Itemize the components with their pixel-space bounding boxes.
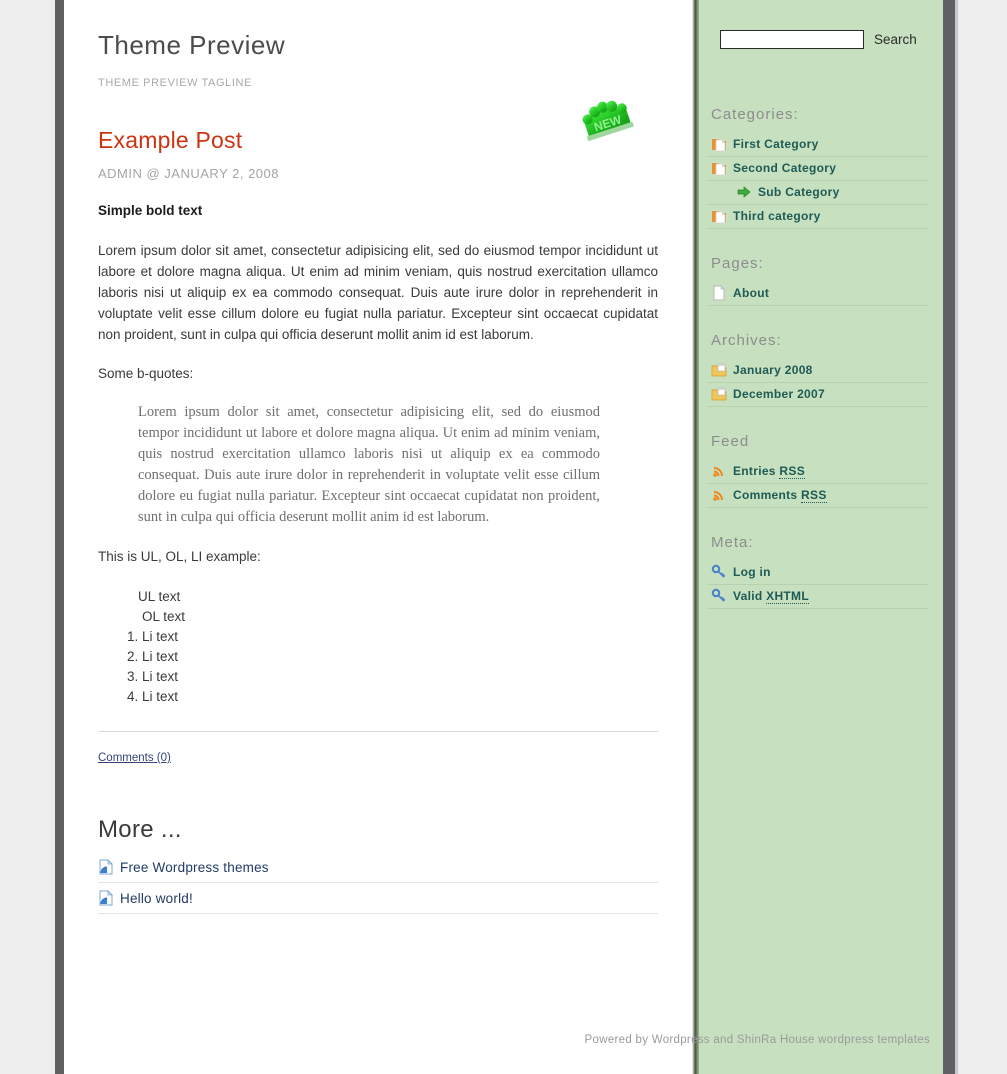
widget-title: Categories: — [711, 106, 799, 123]
page-root: Theme Preview THEME PREVIEW TAGLINE NEW … — [0, 0, 1007, 1074]
more-title: More ... — [98, 816, 182, 843]
widget-categories: Categories: First Category Second Catego… — [699, 106, 943, 229]
more-link[interactable]: Hello world! — [120, 891, 193, 906]
frame-rail-shadow — [955, 0, 958, 1074]
arrow-right-green-icon — [736, 184, 752, 200]
page-curl-blue-icon — [98, 890, 114, 906]
bquote-lead: Some b-quotes: — [98, 366, 194, 381]
blog-tagline: THEME PREVIEW TAGLINE — [98, 77, 252, 89]
list-item: Li text — [142, 667, 658, 687]
category-link[interactable]: Second Category — [733, 161, 836, 175]
folder-page-orange-icon — [711, 208, 727, 224]
page-link[interactable]: About — [733, 286, 769, 300]
list-item: Li text — [142, 687, 658, 707]
widget-title: Meta: — [711, 534, 754, 551]
archive-link[interactable]: December 2007 — [733, 387, 825, 401]
search-input[interactable] — [720, 30, 864, 49]
feed-link-label: Comments — [733, 488, 802, 502]
calendar-folder-icon — [711, 362, 727, 378]
list-item[interactable]: Log in — [708, 561, 929, 585]
widget-pages: Pages: About — [699, 255, 943, 306]
list-item[interactable]: Valid XHTML — [708, 585, 929, 609]
folder-page-orange-icon — [711, 136, 727, 152]
sidebar: Search Categories: First Category Second… — [699, 0, 943, 1074]
comments-row: Comments (0) — [98, 748, 658, 766]
list-item: UL text — [138, 589, 181, 604]
more-link[interactable]: Free Wordpress themes — [120, 860, 269, 875]
list-item[interactable]: About — [708, 282, 929, 306]
widget-feed: Feed Entries RSS Comments RSS — [699, 433, 943, 508]
subcategory-link[interactable]: Sub Category — [758, 185, 840, 199]
calendar-folder-icon — [711, 386, 727, 402]
list-item[interactable]: January 2008 — [708, 359, 929, 383]
xhtml-abbr: XHTML — [766, 589, 809, 604]
rss-abbr: RSS — [779, 464, 805, 479]
more-list: Free Wordpress themes Hello world! — [98, 852, 658, 914]
list-item[interactable]: December 2007 — [708, 383, 929, 407]
more-section: More ... Free Wordpress themes Hello wor… — [64, 766, 692, 914]
meta-link[interactable]: Log in — [733, 565, 771, 579]
meta-link[interactable]: Valid XHTML — [733, 589, 809, 604]
post-blockquote: Lorem ipsum dolor sit amet, consectetur … — [138, 404, 600, 525]
comments-link[interactable]: Comments (0) — [98, 752, 171, 764]
list-item[interactable]: Second Category — [708, 157, 929, 181]
key-blue-icon — [711, 588, 727, 604]
list-item[interactable]: Sub Category — [708, 181, 929, 205]
post-article: NEW Example Post ADMIN @ JANUARY 2, 2008… — [64, 89, 692, 766]
search-form: Search — [699, 0, 943, 49]
rss-orange-icon — [711, 463, 727, 479]
rss-abbr: RSS — [801, 488, 827, 503]
widget-archives: Archives: January 2008 December 2007 — [699, 332, 943, 407]
unordered-list: UL text — [138, 587, 658, 607]
list-item[interactable]: Third category — [708, 205, 929, 229]
archives-list: January 2008 December 2007 — [708, 359, 929, 407]
folder-page-orange-icon — [711, 160, 727, 176]
search-button[interactable]: Search — [874, 32, 917, 47]
site-footer: Powered by Wordpress and ShinRa House wo… — [584, 1034, 930, 1046]
widget-title: Feed — [711, 433, 750, 450]
list-example: UL text OL text Li text Li text Li text … — [98, 587, 658, 707]
category-link[interactable]: First Category — [733, 137, 819, 151]
post-bold-text: Simple bold text — [98, 203, 203, 218]
new-starburst-badge: NEW — [576, 95, 642, 153]
ordered-list-label: OL text — [142, 609, 186, 624]
post-paragraph: Lorem ipsum dolor sit amet, consectetur … — [98, 243, 658, 342]
archive-link[interactable]: January 2008 — [733, 363, 813, 377]
feed-link-label: Entries — [733, 464, 780, 478]
list-lead: This is UL, OL, LI example: — [98, 549, 261, 564]
list-item[interactable]: Entries RSS — [708, 460, 929, 484]
rss-orange-icon — [711, 487, 727, 503]
list-item[interactable]: Free Wordpress themes — [98, 852, 658, 883]
post-meta: ADMIN @ JANUARY 2, 2008 — [98, 166, 280, 181]
pages-list: About — [708, 282, 929, 306]
list-item: Li text — [142, 627, 658, 647]
key-blue-icon — [711, 564, 727, 580]
frame-rail-right — [943, 0, 955, 1074]
post-divider — [98, 731, 658, 732]
page-white-icon — [711, 285, 727, 301]
category-link[interactable]: Third category — [733, 209, 821, 223]
page-title: Theme Preview — [98, 30, 286, 60]
widget-title: Pages: — [711, 255, 764, 272]
column-divider — [692, 0, 699, 1074]
widget-title: Archives: — [711, 332, 782, 349]
frame-rail-left — [55, 0, 64, 1074]
categories-list: First Category Second Category Sub Categ… — [708, 133, 929, 229]
meta-list: Log in Valid XHTML — [708, 561, 929, 609]
page-curl-blue-icon — [98, 859, 114, 875]
post-title[interactable]: Example Post — [98, 127, 658, 154]
list-item[interactable]: Comments RSS — [708, 484, 929, 508]
main-content-column: Theme Preview THEME PREVIEW TAGLINE NEW … — [64, 0, 692, 1074]
list-item[interactable]: First Category — [708, 133, 929, 157]
feed-list: Entries RSS Comments RSS — [708, 460, 929, 508]
meta-link-label: Valid — [733, 589, 767, 603]
blog-header: Theme Preview THEME PREVIEW TAGLINE — [64, 0, 692, 89]
list-item[interactable]: Hello world! — [98, 883, 658, 914]
widget-meta: Meta: Log in Valid XHTML — [699, 534, 943, 609]
feed-link[interactable]: Entries RSS — [733, 464, 805, 479]
list-item: Li text — [142, 647, 658, 667]
feed-link[interactable]: Comments RSS — [733, 488, 827, 503]
ordered-list: Li text Li text Li text Li text — [124, 627, 658, 707]
